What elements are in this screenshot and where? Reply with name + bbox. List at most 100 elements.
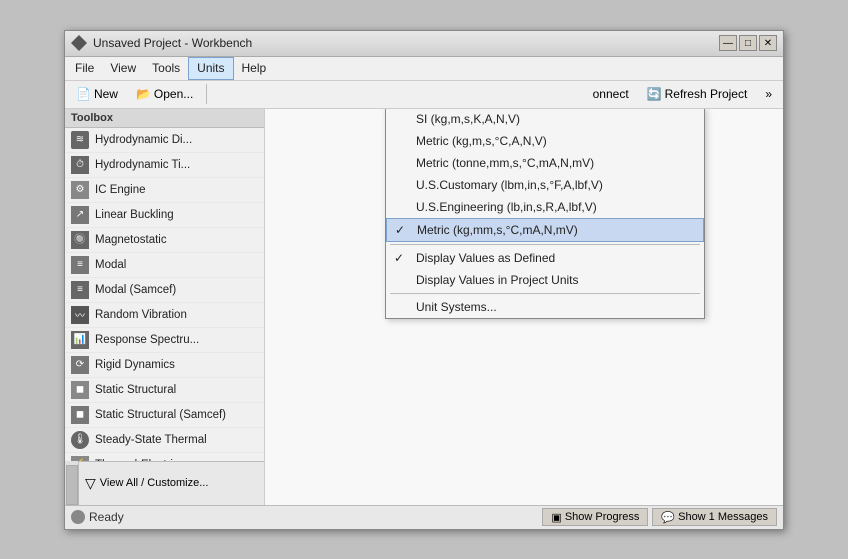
menu-separator-2	[390, 293, 700, 294]
item-label: Static Structural	[95, 384, 176, 396]
item-label: Magnetostatic	[95, 234, 167, 246]
new-button[interactable]: 📄 New	[69, 84, 125, 104]
item-label: Linear Buckling	[95, 209, 174, 221]
list-item[interactable]: 🔘 Magnetostatic	[65, 228, 264, 253]
rigid-dynamics-icon: ⟳	[71, 356, 89, 374]
linear-buckling-icon: ↗	[71, 206, 89, 224]
units-dropdown: SI (kg,m,s,K,A,N,V) Metric (kg,m,s,°C,A,…	[385, 109, 705, 319]
display-in-project[interactable]: Display Values in Project Units	[386, 269, 704, 291]
open-button[interactable]: 📂 Open...	[129, 84, 200, 104]
close-button[interactable]: ✕	[759, 35, 777, 51]
title-bar-controls: — □ ✕	[719, 35, 777, 51]
status-left: Ready	[71, 510, 124, 524]
units-metric2-label: Metric (tonne,mm,s,°C,mA,N,mV)	[416, 156, 594, 170]
unit-systems[interactable]: Unit Systems...	[386, 296, 704, 318]
static-structural-icon: ◼	[71, 381, 89, 399]
list-item[interactable]: 📊 Response Spectru...	[65, 328, 264, 353]
minimize-button[interactable]: —	[719, 35, 737, 51]
more-button[interactable]: »	[758, 84, 779, 104]
main-area: Toolbox ≋ Hydrodynamic Di... ⏱ Hydrodyna…	[65, 109, 783, 505]
random-vibration-icon: 〰	[71, 306, 89, 324]
list-item[interactable]: ◼ Static Structural (Samcef)	[65, 403, 264, 428]
display-in-project-label: Display Values in Project Units	[416, 273, 579, 287]
item-label: Modal	[95, 259, 126, 271]
list-item[interactable]: ⏱ Hydrodynamic Ti...	[65, 153, 264, 178]
view-all-button[interactable]: ▽ View All / Customize...	[79, 461, 264, 505]
ic-engine-icon: ⚙	[71, 181, 89, 199]
units-us-customary-label: U.S.Customary (lbm,in,s,°F,A,lbf,V)	[416, 178, 603, 192]
filter-icon: ▽	[85, 475, 96, 492]
list-item[interactable]: 〰 Random Vibration	[65, 303, 264, 328]
units-si[interactable]: SI (kg,m,s,K,A,N,V)	[386, 109, 704, 130]
connect-label: onnect	[593, 87, 629, 101]
display-as-defined-label: Display Values as Defined	[416, 251, 555, 265]
view-all-label: View All / Customize...	[100, 477, 209, 489]
refresh-label: Refresh Project	[665, 87, 748, 101]
toolbox-panel: Toolbox ≋ Hydrodynamic Di... ⏱ Hydrodyna…	[65, 109, 265, 505]
maximize-button[interactable]: □	[739, 35, 757, 51]
connect-button[interactable]: onnect	[586, 84, 636, 104]
list-item[interactable]: ⚙ IC Engine	[65, 178, 264, 203]
refresh-button[interactable]: 🔄 Refresh Project	[640, 84, 755, 104]
app-icon	[71, 35, 87, 51]
title-bar: Unsaved Project - Workbench — □ ✕	[65, 31, 783, 57]
list-item[interactable]: ◼ Static Structural	[65, 378, 264, 403]
item-label: Hydrodynamic Ti...	[95, 159, 190, 171]
open-label: Open...	[154, 87, 193, 101]
show-messages-label: Show 1 Messages	[678, 511, 768, 523]
toolbox-items: ≋ Hydrodynamic Di... ⏱ Hydrodynamic Ti..…	[65, 128, 264, 461]
units-us-engineering[interactable]: U.S.Engineering (lb,in,s,R,A,lbf,V)	[386, 196, 704, 218]
messages-icon: 💬	[661, 511, 675, 524]
toolbar: 📄 New 📂 Open... onnect 🔄 Refresh Project…	[65, 81, 783, 109]
title-bar-left: Unsaved Project - Workbench	[71, 35, 252, 51]
item-label: Response Spectru...	[95, 334, 199, 346]
units-us-engineering-label: U.S.Engineering (lb,in,s,R,A,lbf,V)	[416, 200, 597, 214]
window-title: Unsaved Project - Workbench	[93, 36, 252, 50]
menu-separator-1	[390, 244, 700, 245]
list-item[interactable]: ≡ Modal (Samcef)	[65, 278, 264, 303]
unit-systems-label: Unit Systems...	[416, 300, 497, 314]
status-ready: Ready	[89, 510, 124, 524]
refresh-icon: 🔄	[647, 87, 662, 101]
status-bar: Ready ▣ Show Progress 💬 Show 1 Messages	[65, 505, 783, 529]
list-item[interactable]: ↗ Linear Buckling	[65, 203, 264, 228]
modal-icon: ≡	[71, 256, 89, 274]
check-icon: ✓	[394, 251, 404, 265]
modal-samcef-icon: ≡	[71, 281, 89, 299]
menu-view[interactable]: View	[102, 57, 144, 80]
units-metric1-label: Metric (kg,m,s,°C,A,N,V)	[416, 134, 547, 148]
units-us-customary[interactable]: U.S.Customary (lbm,in,s,°F,A,lbf,V)	[386, 174, 704, 196]
show-messages-button[interactable]: 💬 Show 1 Messages	[652, 508, 777, 526]
list-item[interactable]: 🌡 Steady-State Thermal	[65, 428, 264, 453]
menu-bar: File View Tools Units Help	[65, 57, 783, 81]
menu-tools[interactable]: Tools	[144, 57, 188, 80]
menu-file[interactable]: File	[67, 57, 102, 80]
list-item[interactable]: ≡ Modal	[65, 253, 264, 278]
main-window: Unsaved Project - Workbench — □ ✕ File V…	[64, 30, 784, 530]
item-label: Steady-State Thermal	[95, 434, 207, 446]
menu-units[interactable]: Units	[188, 57, 233, 80]
magnetostatic-icon: 🔘	[71, 231, 89, 249]
new-icon: 📄	[76, 87, 91, 101]
item-label: Rigid Dynamics	[95, 359, 175, 371]
item-label: Hydrodynamic Di...	[95, 134, 192, 146]
list-item[interactable]: ⚡ Thermal-Electric	[65, 453, 264, 461]
units-metric2[interactable]: Metric (tonne,mm,s,°C,mA,N,mV)	[386, 152, 704, 174]
status-right: ▣ Show Progress 💬 Show 1 Messages	[542, 508, 777, 526]
units-si-label: SI (kg,m,s,K,A,N,V)	[416, 112, 520, 126]
toolbar-separator	[206, 84, 207, 104]
item-label: IC Engine	[95, 184, 146, 196]
units-metric1[interactable]: Metric (kg,m,s,°C,A,N,V)	[386, 130, 704, 152]
show-progress-label: Show Progress	[565, 511, 640, 523]
list-item[interactable]: ⟳ Rigid Dynamics	[65, 353, 264, 378]
units-metric3[interactable]: Metric (kg,mm,s,°C,mA,N,mV)	[386, 218, 704, 242]
menu-help[interactable]: Help	[234, 57, 275, 80]
item-label: Random Vibration	[95, 309, 187, 321]
show-progress-button[interactable]: ▣ Show Progress	[542, 508, 648, 526]
item-label: Static Structural (Samcef)	[95, 409, 226, 421]
content-area: SI (kg,m,s,K,A,N,V) Metric (kg,m,s,°C,A,…	[265, 109, 783, 505]
hydrodynamic-time-icon: ⏱	[71, 156, 89, 174]
status-icon	[71, 510, 85, 524]
display-as-defined[interactable]: ✓ Display Values as Defined	[386, 247, 704, 269]
list-item[interactable]: ≋ Hydrodynamic Di...	[65, 128, 264, 153]
